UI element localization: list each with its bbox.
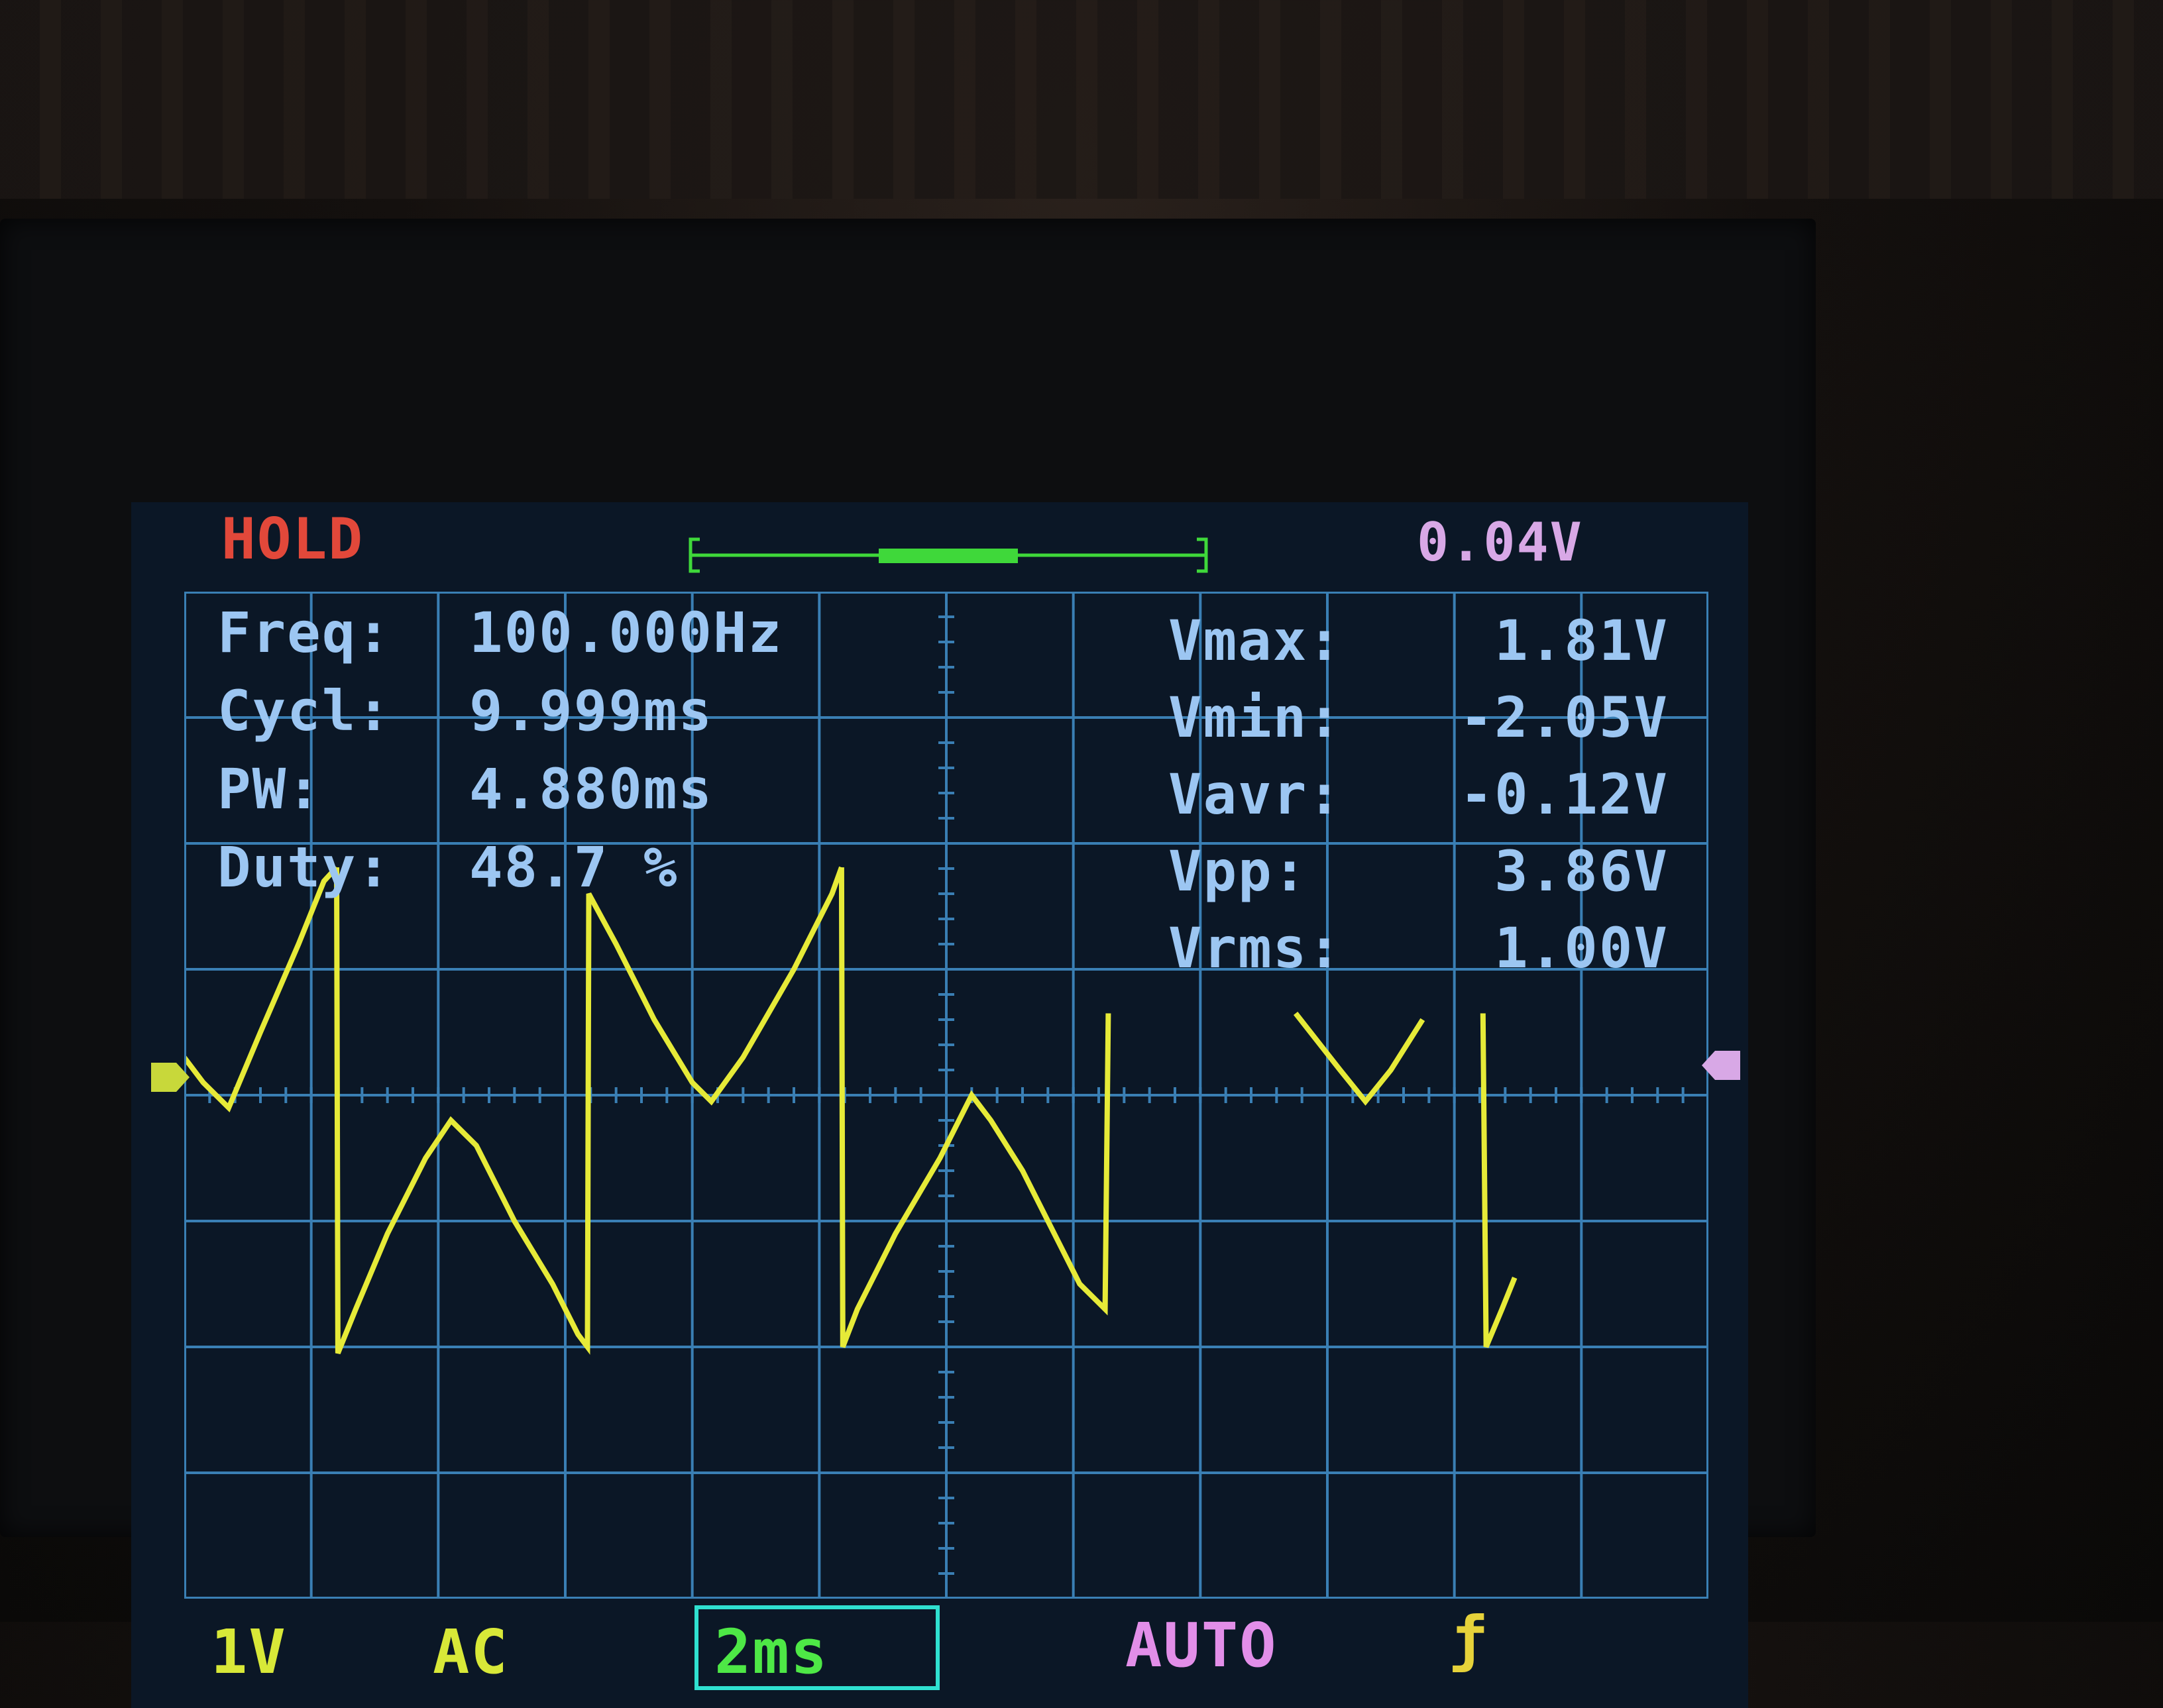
- scroll-thumb: [879, 549, 1018, 563]
- coupling-setting[interactable]: AC: [433, 1617, 509, 1687]
- measurement-left-label: Freq:: [217, 600, 392, 665]
- measurement-left-value: 9.999ms: [469, 678, 714, 743]
- run-state-indicator[interactable]: HOLD: [221, 506, 364, 572]
- circuit-board-background: [0, 0, 2163, 199]
- trigger-mode-setting[interactable]: AUTO: [1125, 1610, 1278, 1681]
- measurement-right-label: Vavr:: [1168, 762, 1343, 827]
- measurement-left-label: PW:: [217, 757, 322, 822]
- trace-segment: [184, 865, 339, 1113]
- measurement-left-value: 100.000Hz: [469, 600, 783, 665]
- trigger-level-marker[interactable]: [1700, 1045, 1740, 1085]
- measurement-right-value: 1.00V: [1494, 916, 1669, 981]
- measurement-left-value: 4.880ms: [469, 757, 714, 822]
- measurement-right-value: 1.81V: [1494, 608, 1669, 673]
- trigger-edge-icon[interactable]: ƒ: [1450, 1603, 1488, 1674]
- trace-segment: [1480, 1013, 1518, 1348]
- oscilloscope-screen: HOLD 0.04V Freq: 100.000Hz Cycl: 9.999ms PW:…: [131, 502, 1748, 1708]
- measurement-right-value: 3.86V: [1494, 839, 1669, 904]
- display-bezel: HOLD 0.04V Freq: 100.000Hz Cycl: 9.999ms PW:…: [0, 219, 1816, 1708]
- volts-per-div-setting[interactable]: 1V: [211, 1617, 287, 1687]
- measurement-left-label: Cycl:: [217, 678, 392, 743]
- trace-segment: [334, 866, 844, 1355]
- trace-segment: [838, 867, 1111, 1348]
- measurement-right-label: Vrms:: [1168, 916, 1343, 981]
- measurement-left-value: 48.7 %: [469, 835, 679, 900]
- measurement-right-label: Vmax:: [1168, 608, 1343, 673]
- measurement-right-value: -0.12V: [1459, 762, 1669, 827]
- trigger-level-readout: 0.04V: [1417, 511, 1583, 573]
- measurement-left-label: Duty:: [217, 835, 392, 900]
- timebase-position-indicator[interactable]: [687, 535, 1217, 575]
- time-per-div-setting[interactable]: 2ms: [714, 1617, 828, 1687]
- measurement-right-label: Vmin:: [1168, 685, 1343, 750]
- measurement-right-value: -2.05V: [1459, 685, 1669, 750]
- ground-level-marker[interactable]: [151, 1057, 191, 1097]
- measurement-right-label: Vpp:: [1168, 839, 1308, 904]
